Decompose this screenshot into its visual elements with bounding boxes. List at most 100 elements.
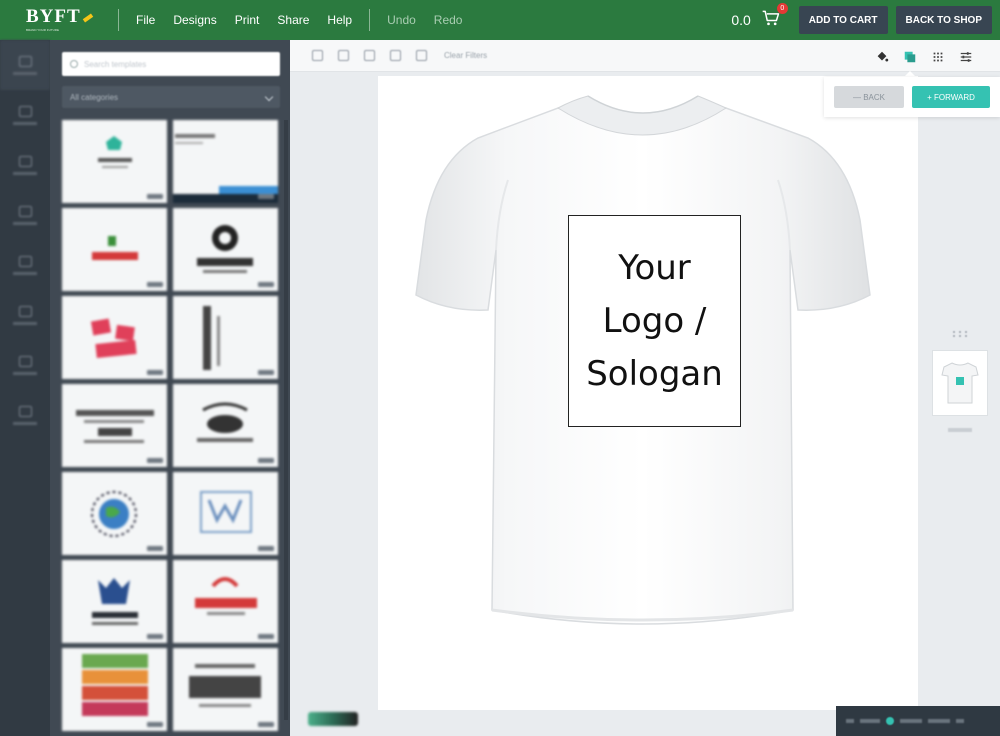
canvas-tools-right: [868, 44, 980, 70]
grid-button[interactable]: [924, 44, 952, 70]
design-icon: [18, 55, 32, 67]
menu-file[interactable]: File: [127, 13, 164, 27]
logo-placeholder-box[interactable]: Your Logo / Sologan: [568, 215, 741, 427]
menu-designs[interactable]: Designs: [164, 13, 225, 27]
duplicate-tool[interactable]: [330, 43, 356, 69]
tshirt-thumbnail-icon: [941, 362, 979, 404]
layers-icon: [904, 51, 916, 63]
image-icon: [18, 205, 32, 217]
template-tile[interactable]: [62, 208, 167, 291]
template-tile[interactable]: [173, 472, 278, 555]
thumbnail-label: [948, 428, 972, 432]
paint-bucket-icon: [877, 51, 889, 62]
fill-color-button[interactable]: [868, 44, 896, 70]
zoom-track-right[interactable]: [900, 719, 922, 723]
canvas-toolbar: Clear Filters: [290, 40, 1000, 72]
back-to-shop-button[interactable]: BACK TO SHOP: [895, 6, 992, 34]
template-tile[interactable]: [62, 384, 167, 467]
main-menu: File Designs Print Share Help: [127, 13, 361, 27]
cart-button[interactable]: 0: [761, 3, 788, 32]
template-tile[interactable]: [62, 472, 167, 555]
clipart-icon: [18, 105, 32, 117]
cart-count-badge: 0: [776, 3, 788, 14]
workspace: Clear Filters Your Logo / Sologan — BACK…: [290, 40, 1000, 736]
zoom-control: [836, 706, 1000, 736]
link-icon: [415, 50, 427, 61]
add-tool[interactable]: [356, 43, 382, 69]
logo-placeholder-text: Your Logo / Sologan: [586, 247, 723, 394]
menu-print[interactable]: Print: [226, 13, 269, 27]
grid-icon: [933, 52, 943, 62]
clear-filters-button[interactable]: Clear Filters: [444, 51, 487, 60]
template-tile[interactable]: [62, 648, 167, 731]
logo-text: BYFT: [26, 6, 81, 27]
rail-item-image[interactable]: [0, 190, 50, 240]
copy-icon: [337, 50, 349, 61]
send-back-button[interactable]: — BACK: [834, 86, 904, 108]
logo-accent-mark: [82, 13, 93, 23]
search-placeholder: Search templates: [84, 59, 147, 69]
menu-help[interactable]: Help: [318, 13, 361, 27]
template-grid: [62, 120, 280, 731]
template-tile[interactable]: [62, 296, 167, 379]
search-icon: [70, 60, 78, 68]
preview-tool[interactable]: [304, 43, 330, 69]
template-tile[interactable]: [62, 560, 167, 643]
arrange-button[interactable]: [896, 44, 924, 70]
zoom-out-icon[interactable]: [846, 719, 854, 723]
link-tool[interactable]: [408, 43, 434, 69]
bring-forward-button[interactable]: + FORWARD: [912, 86, 990, 108]
template-tile[interactable]: [62, 120, 167, 203]
divider: [118, 9, 119, 31]
view-thumbnails: [920, 120, 1000, 720]
settings-button[interactable]: [952, 44, 980, 70]
logo-tagline: BRAND YOUR FUTURE: [26, 28, 59, 32]
color-swatch-bar[interactable]: [308, 712, 358, 726]
zoom-track-left[interactable]: [860, 719, 880, 723]
top-bar: BYFT BRAND YOUR FUTURE File Designs Prin…: [0, 0, 1000, 40]
rail-item-text[interactable]: [0, 140, 50, 190]
template-search-input[interactable]: Search templates: [62, 52, 280, 76]
template-tile[interactable]: [173, 120, 278, 203]
panel-scrollbar[interactable]: [284, 120, 288, 720]
template-tile[interactable]: [173, 648, 278, 731]
trash-icon: [389, 50, 401, 61]
redo-button[interactable]: Redo: [425, 13, 472, 27]
rail-item-layer[interactable]: [0, 340, 50, 390]
eye-icon: [311, 50, 323, 61]
tool-rail: [0, 40, 50, 736]
category-selected: All categories: [70, 92, 119, 102]
template-tile[interactable]: [173, 208, 278, 291]
cart-total: 0.0: [731, 12, 751, 28]
zoom-level: [928, 719, 950, 723]
upload-icon: [18, 255, 32, 267]
plus-icon: [363, 50, 375, 61]
chevron-down-icon: [264, 92, 274, 102]
templates-panel: Search templates All categories: [50, 40, 290, 736]
template-tile[interactable]: [173, 384, 278, 467]
front-view-thumbnail[interactable]: [932, 350, 988, 416]
rail-item-design[interactable]: [0, 40, 50, 90]
delete-tool[interactable]: [382, 43, 408, 69]
category-select[interactable]: All categories: [62, 86, 280, 108]
template-tile[interactable]: [173, 296, 278, 379]
design-canvas[interactable]: Your Logo / Sologan: [378, 76, 918, 710]
rail-item-shape[interactable]: [0, 290, 50, 340]
zoom-slider-handle[interactable]: [886, 717, 894, 725]
fullscreen-icon[interactable]: [956, 719, 964, 723]
menu-share[interactable]: Share: [268, 13, 318, 27]
undo-button[interactable]: Undo: [378, 13, 425, 27]
qr-icon: [18, 405, 32, 417]
rail-item-clipart[interactable]: [0, 90, 50, 140]
rail-item-upload[interactable]: [0, 240, 50, 290]
shape-icon: [18, 305, 32, 317]
brand-logo[interactable]: BYFT BRAND YOUR FUTURE: [0, 0, 110, 40]
arrange-popover: — BACK + FORWARD: [824, 77, 1000, 117]
sliders-icon: [960, 52, 972, 62]
text-icon: [18, 155, 32, 167]
template-tile[interactable]: [173, 560, 278, 643]
rail-item-qr[interactable]: [0, 390, 50, 440]
divider: [369, 9, 371, 31]
layer-icon: [18, 355, 32, 367]
add-to-cart-button[interactable]: ADD TO CART: [798, 6, 888, 34]
